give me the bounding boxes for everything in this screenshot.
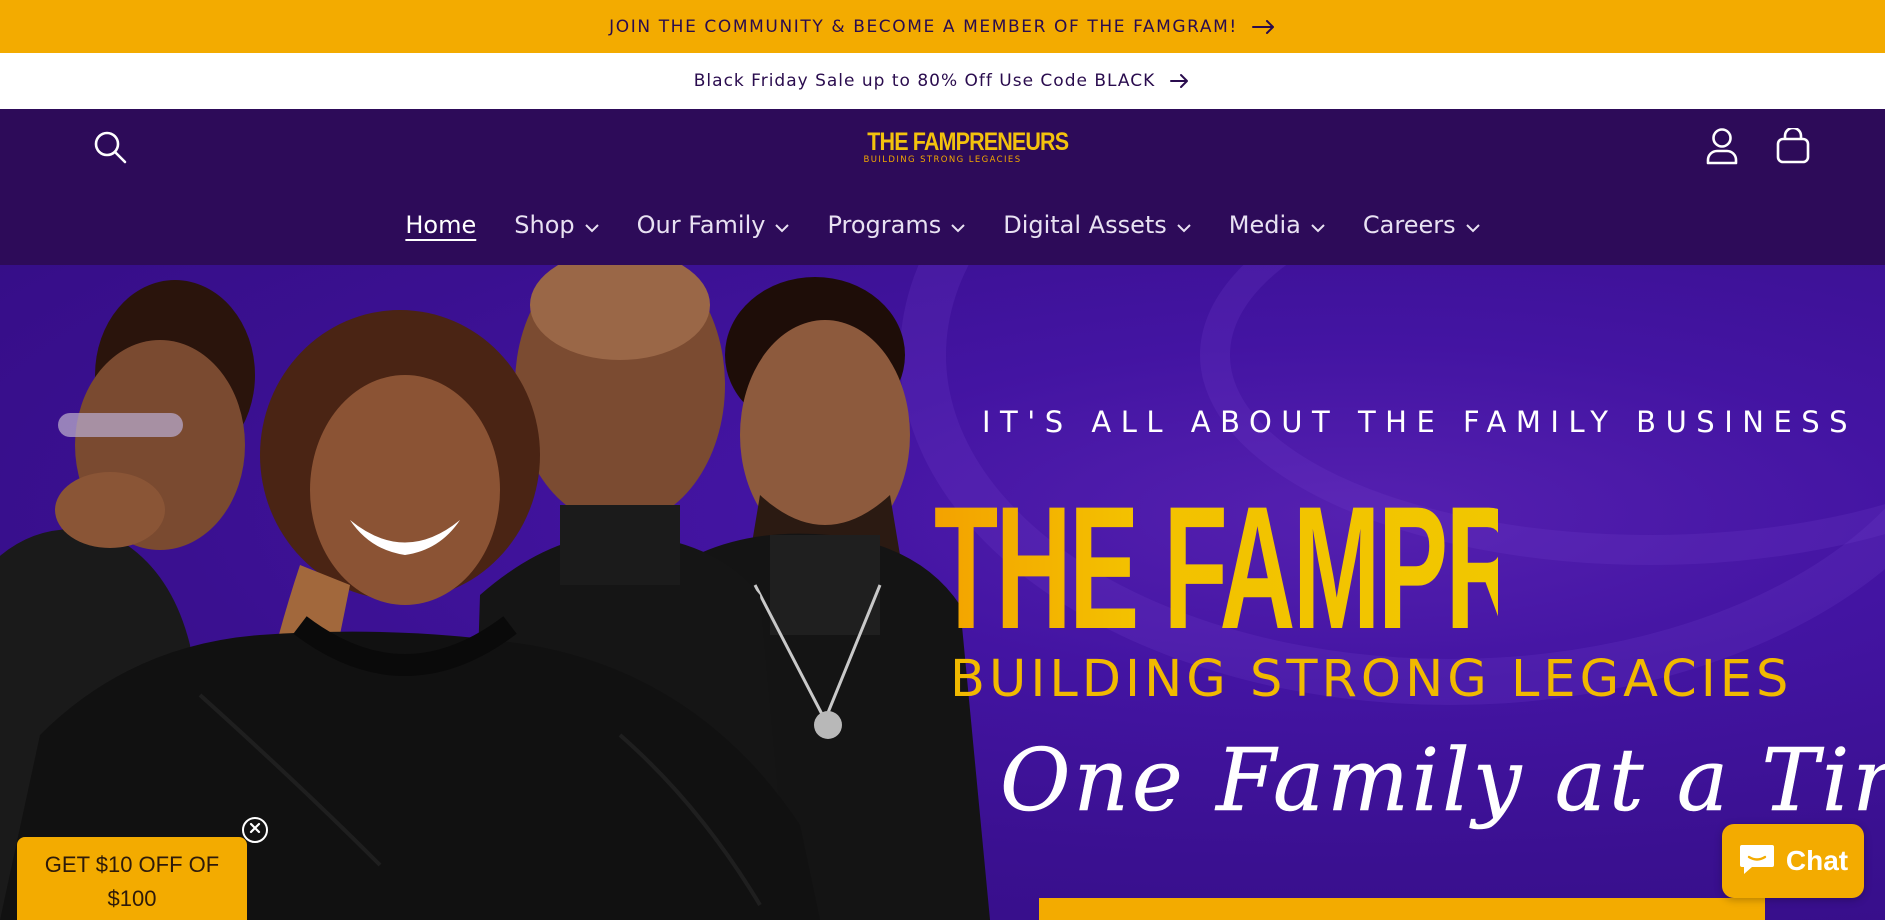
promo-line-1: GET $10 OFF OF [44, 852, 220, 877]
search-icon [92, 129, 128, 170]
cart-button[interactable] [1771, 126, 1815, 170]
chevron-down-icon [1177, 211, 1191, 239]
account-icon [1705, 127, 1739, 170]
logo-title: THE FAMPRENEURS [867, 128, 1069, 156]
chevron-down-icon [951, 211, 965, 239]
nav-label: Digital Assets [1003, 211, 1167, 239]
account-button[interactable] [1700, 126, 1744, 170]
hero-tagline: IT'S ALL ABOUT THE FAMILY BUSINESS [982, 405, 1858, 439]
nav-label: Shop [514, 211, 575, 239]
nav-label: Programs [827, 211, 942, 239]
discount-popup-button[interactable]: GET $10 OFF OF $100 [17, 837, 247, 920]
cart-icon [1775, 126, 1811, 169]
nav-item-media[interactable]: Media [1210, 211, 1344, 239]
nav-item-our-family[interactable]: Our Family [618, 211, 809, 239]
announcement-bar-sale[interactable]: Black Friday Sale up to 80% Off Use Code… [0, 53, 1885, 109]
hero-script-slogan: One Family at a Time [1000, 731, 1885, 832]
hero-banner[interactable]: IT'S ALL ABOUT THE FAMILY BUSINESS THE F… [0, 265, 1885, 920]
nav-label: Media [1228, 211, 1301, 239]
announcement-bar-famgram[interactable]: JOIN THE COMMUNITY & BECOME A MEMBER OF … [0, 0, 1885, 53]
search-button[interactable] [88, 127, 132, 171]
nav-label: Home [405, 211, 477, 239]
nav-item-home[interactable]: Home [386, 211, 495, 239]
site-logo[interactable]: THE FAMPRENEURS BUILDING STRONG LEGACIES [855, 128, 1070, 169]
nav-item-programs[interactable]: Programs [808, 211, 984, 239]
chat-label: Chat [1785, 845, 1849, 876]
site-header: THE FAMPRENEURS BUILDING STRONG LEGACIES… [0, 109, 1885, 265]
chevron-down-icon [775, 211, 790, 239]
nav-item-careers[interactable]: Careers [1344, 211, 1499, 239]
arrow-right-icon [1169, 73, 1191, 89]
chevron-down-icon [1465, 211, 1480, 239]
logo-subtitle: BUILDING STRONG LEGACIES [863, 155, 1022, 165]
main-nav: Home Shop Our Family Programs Digital As… [0, 211, 1885, 239]
close-icon [249, 821, 261, 839]
nav-label: Our Family [636, 211, 766, 239]
chat-bubble-icon [1738, 841, 1776, 882]
hero-cta-button[interactable] [1039, 898, 1765, 920]
nav-label: Careers [1362, 211, 1456, 239]
promo-close-button[interactable] [242, 817, 268, 843]
hero-family-photo [0, 265, 990, 920]
chevron-down-icon [584, 211, 599, 239]
announcement-sub-text: Black Friday Sale up to 80% Off Use Code… [693, 71, 1156, 91]
hero-brand-title: THE FAMPRENEURS [934, 471, 1885, 666]
nav-item-shop[interactable]: Shop [495, 211, 617, 239]
hero-brand-subtitle: BUILDING STRONG LEGACIES [950, 650, 1793, 709]
chevron-down-icon [1311, 211, 1325, 239]
arrow-right-icon [1251, 19, 1276, 34]
nav-item-digital-assets[interactable]: Digital Assets [984, 211, 1210, 239]
promo-line-2: $100 [107, 886, 157, 911]
chat-button[interactable]: Chat [1722, 824, 1864, 898]
announcement-top-text: JOIN THE COMMUNITY & BECOME A MEMBER OF … [609, 16, 1238, 37]
